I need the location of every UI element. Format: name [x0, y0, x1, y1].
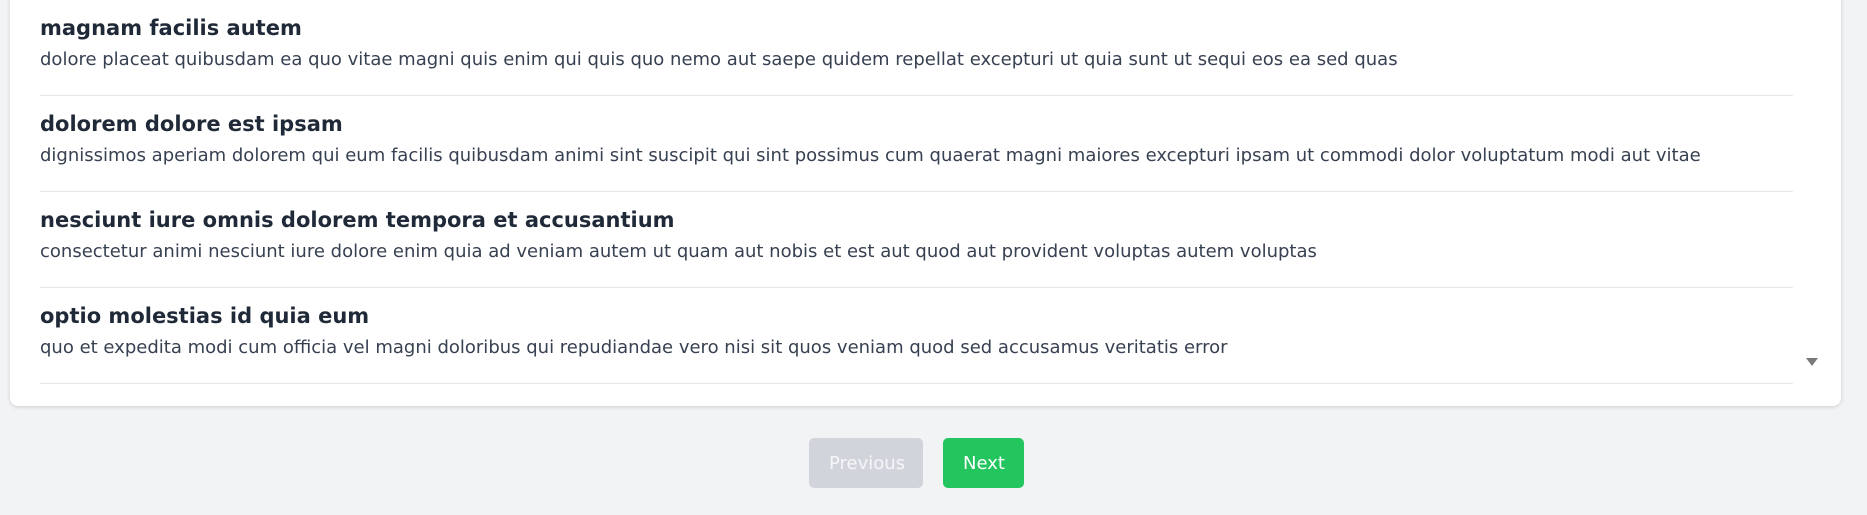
list-item[interactable]: dolorem dolore est ipsam dignissimos ape…	[40, 96, 1793, 192]
pagination: Previous Next	[0, 438, 1867, 488]
next-button[interactable]: Next	[943, 438, 1024, 488]
post-body: dolore placeat quibusdam ea quo vitae ma…	[40, 49, 1398, 70]
post-list: magnam facilis autem dolore placeat quib…	[40, 0, 1793, 384]
post-list-card: magnam facilis autem dolore placeat quib…	[10, 0, 1841, 406]
previous-button[interactable]: Previous	[809, 438, 923, 488]
list-item[interactable]: optio molestias id quia eum quo et exped…	[40, 288, 1793, 384]
post-title: optio molestias id quia eum	[40, 304, 370, 328]
post-title: dolorem dolore est ipsam	[40, 112, 343, 136]
post-title: magnam facilis autem	[40, 16, 302, 40]
post-body: quo et expedita modi cum officia vel mag…	[40, 337, 1228, 358]
post-title: nesciunt iure omnis dolorem tempora et a…	[40, 208, 675, 232]
post-body: consectetur animi nesciunt iure dolore e…	[40, 241, 1317, 262]
scroll-down-arrow-icon[interactable]	[1806, 358, 1818, 366]
list-item[interactable]: magnam facilis autem dolore placeat quib…	[40, 0, 1793, 96]
post-body: dignissimos aperiam dolorem qui eum faci…	[40, 145, 1701, 166]
list-item[interactable]: nesciunt iure omnis dolorem tempora et a…	[40, 192, 1793, 288]
